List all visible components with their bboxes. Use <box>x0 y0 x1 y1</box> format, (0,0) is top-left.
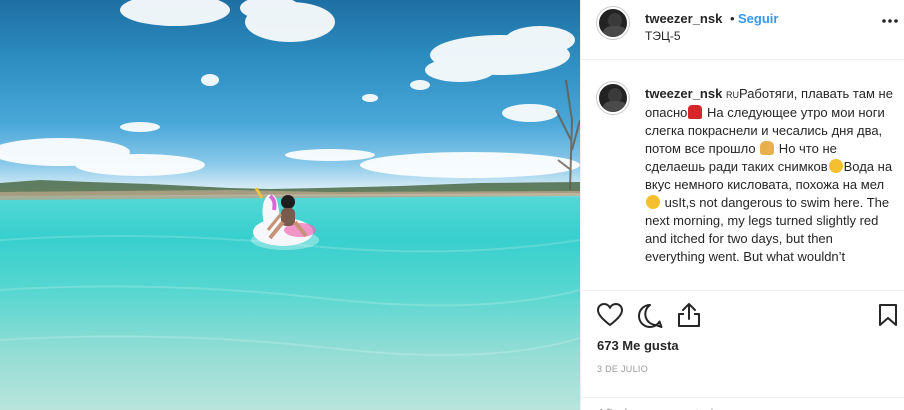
caption-username[interactable]: tweezer_nsk <box>645 86 722 101</box>
emoji-tongue-icon <box>646 195 660 209</box>
author-username[interactable]: tweezer_nsk <box>645 11 722 26</box>
caption-comment: tweezer_nsk RUРаботяги, плавать там не о… <box>581 60 904 290</box>
add-comment-input[interactable]: Añade un comentario... <box>581 397 904 410</box>
lake-scene-illustration <box>0 0 580 357</box>
post-date[interactable]: 3 DE JULIO <box>597 364 648 374</box>
emoji-red-icon <box>688 105 703 119</box>
heart-icon[interactable] <box>596 302 624 332</box>
emoji-praying-hands-icon <box>760 141 775 155</box>
separator-dot: • <box>730 11 735 26</box>
emoji-grin-icon <box>828 159 843 173</box>
caption-part-5: usIt,s not dangerous to swim here. The n… <box>645 195 890 264</box>
post-photo[interactable] <box>0 0 580 410</box>
share-icon[interactable] <box>677 302 701 333</box>
caption-text: tweezer_nsk RUРаботяги, плавать там не о… <box>645 85 893 266</box>
comment-icon[interactable] <box>637 303 663 334</box>
follow-button[interactable]: Seguir <box>738 11 778 26</box>
more-horizontal-icon[interactable] <box>881 12 899 35</box>
author-avatar[interactable] <box>597 7 629 39</box>
caption-avatar[interactable] <box>597 82 629 114</box>
post-side-panel: tweezer_nsk • Seguir ТЭЦ-5 tweezer_nsk R… <box>580 0 904 410</box>
lang-tag: RU <box>725 90 739 100</box>
post-header: tweezer_nsk • Seguir ТЭЦ-5 <box>581 0 904 60</box>
likes-count[interactable]: 673 Me gusta <box>597 338 679 353</box>
post-location[interactable]: ТЭЦ-5 <box>645 29 681 43</box>
post-actions: 673 Me gusta 3 DE JULIO Añade un comenta… <box>581 290 904 410</box>
bookmark-icon[interactable] <box>878 303 898 332</box>
